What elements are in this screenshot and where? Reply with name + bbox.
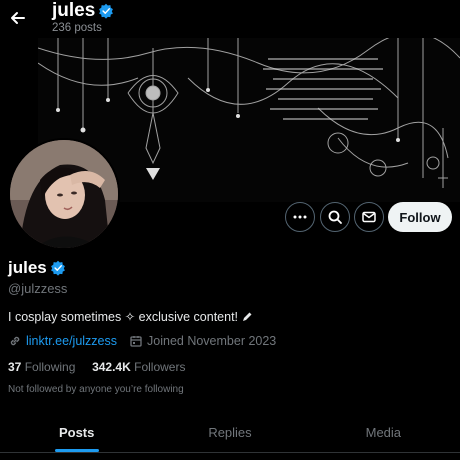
pencil-icon (243, 312, 252, 321)
arrow-left-icon (11, 12, 25, 24)
profile-handle: @julzzess (8, 281, 68, 296)
avatar-photo (10, 140, 118, 248)
tab-posts[interactable]: Posts (0, 412, 153, 452)
tab-posts-label: Posts (58, 425, 95, 440)
followers-label: Followers (134, 360, 186, 374)
followers-link[interactable]: 342.4K Followers (92, 360, 185, 374)
search-profile-button[interactable] (320, 202, 350, 232)
posts-count: 236 posts (52, 22, 102, 34)
not-followed-note: Not followed by anyone you’re following (8, 384, 184, 395)
link-icon (10, 336, 20, 346)
verified-badge-icon (99, 3, 114, 19)
profile-link[interactable]: linktr.ee/julzzess (26, 334, 117, 348)
divider (0, 452, 460, 453)
calendar-icon (130, 336, 142, 347)
tab-media-label: Media (365, 425, 402, 440)
avatar[interactable] (8, 138, 120, 250)
more-options-button[interactable] (285, 202, 315, 232)
verified-badge-icon (50, 260, 65, 276)
profile-bio: I cosplay sometimes ✧ exclusive content! (8, 309, 253, 324)
more-horizontal-icon (293, 215, 307, 219)
follow-counts: 37 Following 342.4K Followers (8, 360, 185, 374)
tab-media[interactable]: Media (307, 412, 460, 452)
header-name: jules (52, 0, 96, 21)
header-title: jules (52, 0, 114, 22)
following-link[interactable]: 37 Following (8, 360, 75, 374)
message-button[interactable] (354, 202, 384, 232)
followers-count: 342.4K (92, 360, 131, 374)
joined-date: Joined November 2023 (147, 334, 277, 348)
follow-button[interactable]: Follow (388, 202, 452, 232)
following-count: 37 (8, 360, 22, 374)
tab-replies[interactable]: Replies (153, 412, 306, 452)
profile-meta: linktr.ee/julzzess Joined November 2023 (8, 334, 276, 348)
top-bar: jules 236 posts (0, 0, 460, 38)
profile-tabs: Posts Replies Media (0, 412, 460, 452)
tab-replies-label: Replies (208, 425, 252, 440)
bio-text: I cosplay sometimes ✧ exclusive content! (8, 310, 239, 324)
profile-display-name: jules (8, 258, 47, 277)
profile-name: jules (8, 258, 66, 278)
envelope-icon (362, 211, 376, 223)
following-label: Following (24, 360, 76, 374)
back-button[interactable] (4, 4, 32, 32)
search-icon (328, 210, 342, 224)
